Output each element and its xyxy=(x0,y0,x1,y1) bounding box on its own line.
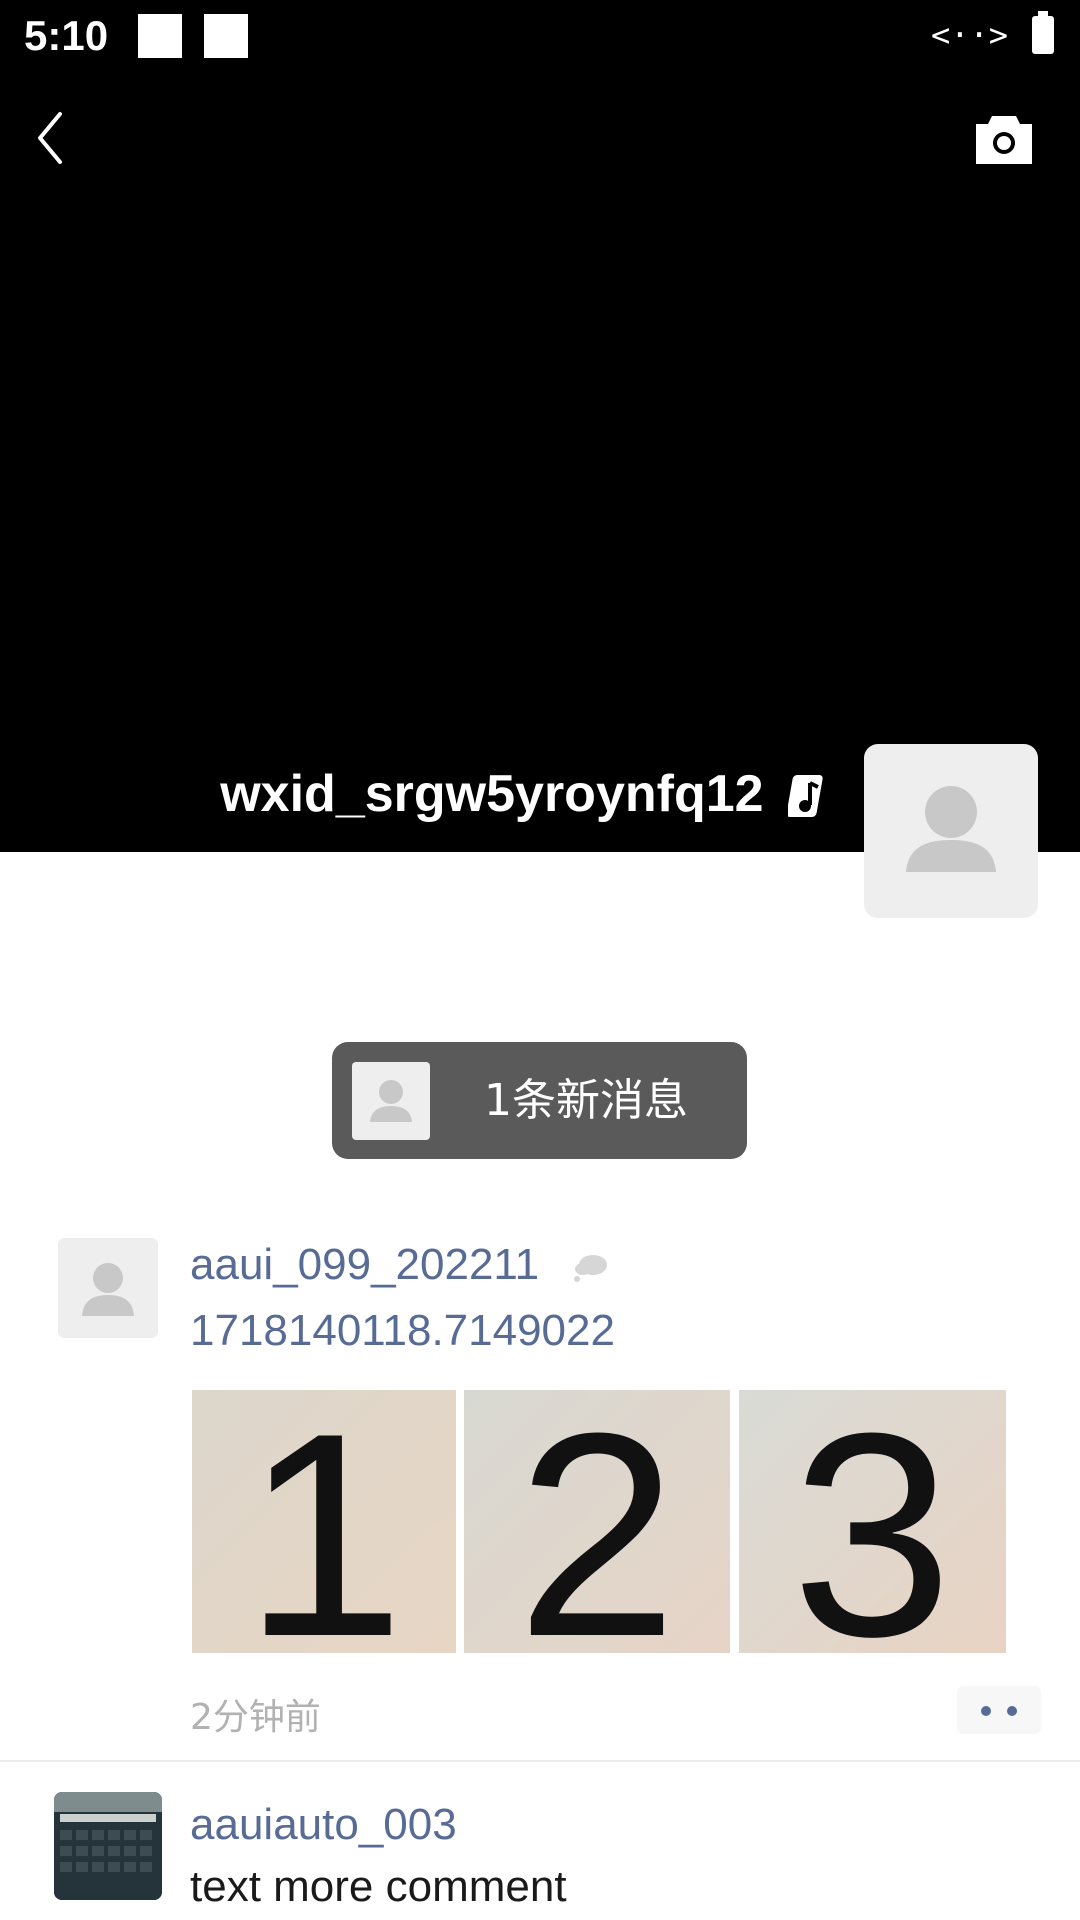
notification-icon xyxy=(204,14,248,58)
cloud-icon xyxy=(574,1255,608,1283)
notification-icon xyxy=(138,14,182,58)
post-photo-1[interactable]: 1 xyxy=(192,1390,456,1653)
photo-digit: 2 xyxy=(516,1390,677,1653)
post-time: 2分钟前 xyxy=(190,1697,321,1738)
post-text: text more comment xyxy=(190,1862,567,1911)
more-options-button[interactable] xyxy=(957,1686,1041,1734)
new-message-notice[interactable]: 1条新消息 xyxy=(332,1042,747,1159)
nickname-text: wxid_srgw5yroynfq12 xyxy=(220,765,764,823)
post-avatar[interactable] xyxy=(58,1238,158,1338)
camera-icon xyxy=(976,116,1032,164)
user-placeholder-icon xyxy=(370,1080,412,1122)
post-text: 1718140118.7149022 xyxy=(190,1306,615,1355)
post-username[interactable]: aauiauto_003 xyxy=(190,1800,457,1850)
keyboard-photo-icon xyxy=(54,1792,162,1900)
post-username[interactable]: aaui_099_202211 xyxy=(190,1240,611,1290)
photo-digit: 1 xyxy=(243,1390,404,1653)
post-avatar[interactable] xyxy=(54,1792,162,1900)
battery-icon xyxy=(1032,11,1054,54)
user-placeholder-icon xyxy=(906,786,996,872)
profile-nickname[interactable]: wxid_srgw5yroynfq12 xyxy=(220,762,832,826)
back-button[interactable] xyxy=(28,108,78,168)
cover-background[interactable] xyxy=(0,0,1080,852)
chevron-left-icon xyxy=(38,112,62,164)
divider xyxy=(0,1760,1080,1762)
post-photo-3[interactable]: 3 xyxy=(739,1390,1006,1653)
dot-icon xyxy=(1007,1706,1017,1716)
music-note-icon[interactable] xyxy=(788,771,832,823)
status-time: 5:10 xyxy=(24,12,109,59)
new-message-avatar xyxy=(352,1062,430,1140)
profile-avatar[interactable] xyxy=(864,744,1038,918)
dot-icon xyxy=(981,1706,991,1716)
camera-button[interactable] xyxy=(972,110,1036,168)
status-bar: 5:10 <··> xyxy=(0,0,1080,76)
photo-digit: 3 xyxy=(791,1390,952,1653)
new-message-label: 1条新消息 xyxy=(484,1075,688,1126)
post-username-text: aaui_099_202211 xyxy=(190,1240,540,1289)
user-placeholder-icon xyxy=(82,1263,134,1316)
post-photo-2[interactable]: 2 xyxy=(464,1390,730,1653)
network-icon: <··> xyxy=(930,16,1008,54)
